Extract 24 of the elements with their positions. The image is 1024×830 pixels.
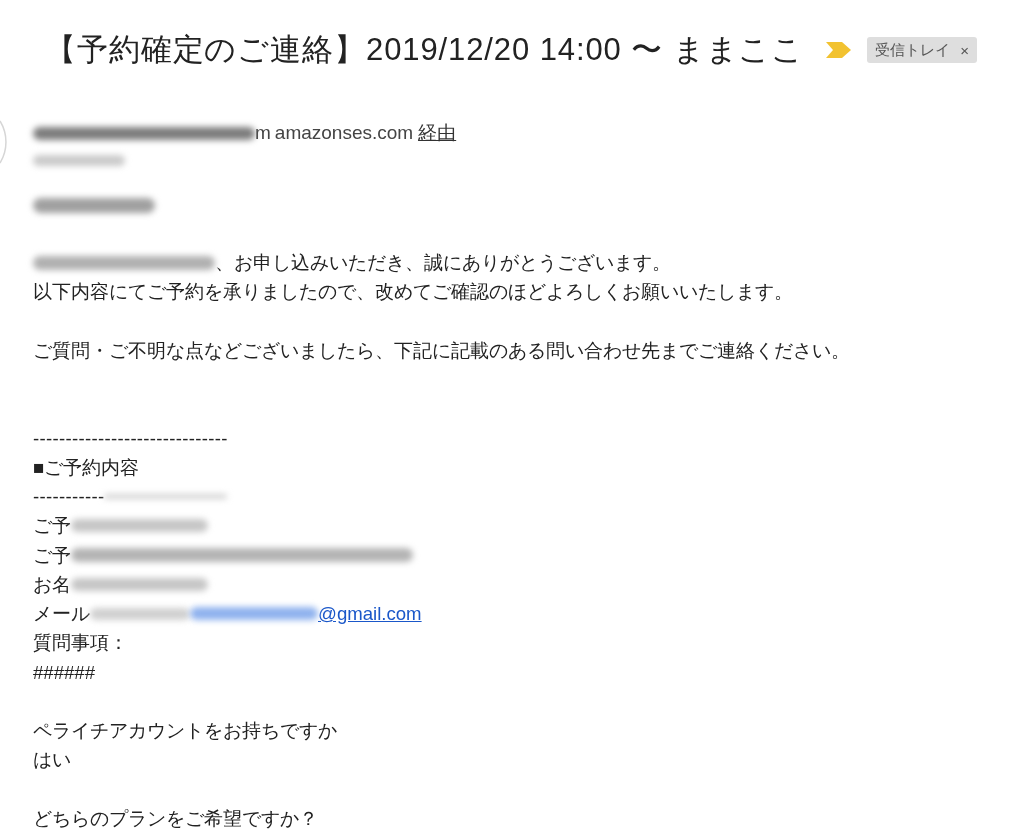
field-label: ご予 bbox=[33, 543, 71, 568]
importance-marker-icon[interactable] bbox=[826, 42, 852, 58]
sender-address-text: m bbox=[255, 120, 271, 145]
separator-text: ----------- bbox=[33, 485, 105, 509]
field-label: お名 bbox=[33, 572, 71, 597]
question-text: ペライチアカウントをお持ちですか bbox=[33, 719, 337, 743]
section-heading: ■ご予約内容 bbox=[33, 455, 140, 480]
remove-label-button[interactable]: × bbox=[960, 42, 970, 58]
email-link[interactable]: @gmail.com bbox=[318, 599, 422, 629]
field-label: 質問事項： bbox=[33, 631, 128, 656]
label-text: 受信トレイ bbox=[875, 39, 951, 60]
body-text: ご質問・ご不明な点などございましたら、下記に記載のある問い合わせ先までご連絡ください。 bbox=[33, 338, 850, 363]
body-text: 以下内容にてご予約を承りましたので、改めてご確認のほどよろしくお願いいたします。 bbox=[33, 280, 793, 305]
body-text: 、お申し込みいただき、誠にありがとうございます。 bbox=[215, 251, 671, 275]
via-domain-text: amazonses.com bbox=[274, 120, 414, 145]
avatar-icon bbox=[0, 120, 7, 164]
via-link[interactable]: 経由 bbox=[418, 118, 457, 148]
question-text: どちらのプランをご希望ですか？ bbox=[33, 806, 318, 830]
answer-text: はい bbox=[33, 748, 71, 773]
answer-text: ###### bbox=[33, 660, 96, 685]
field-label: メール bbox=[33, 602, 90, 626]
field-label: ご予 bbox=[33, 514, 71, 539]
separator-text: ------------------------------ bbox=[33, 426, 228, 451]
email-subject: 【予約確定のご連絡】2019/12/20 14:00 〜 ままここ bbox=[45, 31, 805, 69]
